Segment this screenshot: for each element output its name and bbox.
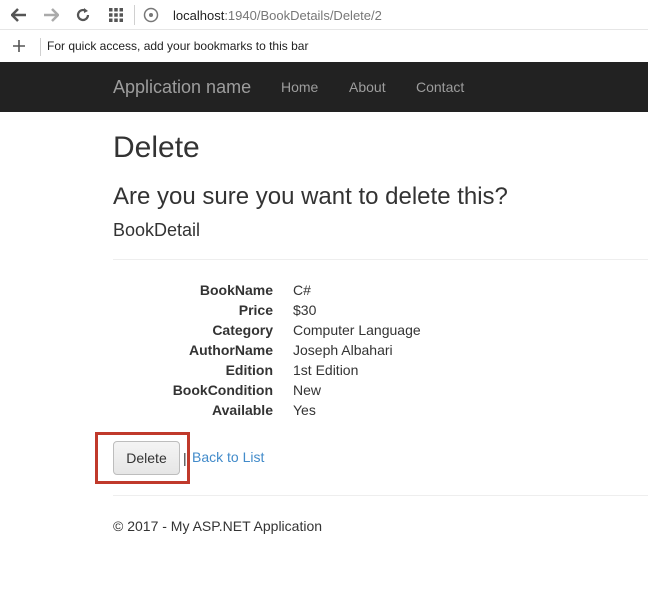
detail-label: Category bbox=[212, 322, 273, 338]
refresh-icon bbox=[76, 8, 90, 22]
plus-icon[interactable] bbox=[9, 36, 29, 56]
refresh-button[interactable] bbox=[72, 4, 94, 26]
detail-value: Computer Language bbox=[293, 322, 421, 338]
toolbar-divider bbox=[134, 5, 135, 25]
detail-value: $30 bbox=[293, 302, 317, 318]
back-to-list-link[interactable]: Back to List bbox=[192, 449, 264, 465]
footer-divider bbox=[113, 495, 648, 496]
site-navbar: Application name Home About Contact bbox=[0, 62, 648, 112]
detail-row: BookName C# bbox=[113, 282, 513, 302]
url-path: :1940/BookDetails/Delete/2 bbox=[224, 7, 382, 23]
footer-text: © 2017 - My ASP.NET Application bbox=[113, 518, 323, 534]
detail-row: Price $30 bbox=[113, 302, 513, 322]
delete-button[interactable]: Delete bbox=[113, 441, 180, 475]
url-host: localhost bbox=[173, 7, 225, 23]
detail-value: C# bbox=[293, 282, 311, 298]
back-arrow-icon bbox=[11, 8, 26, 22]
forward-button[interactable] bbox=[40, 4, 62, 26]
forward-arrow-icon bbox=[44, 8, 59, 22]
detail-label: BookCondition bbox=[172, 382, 273, 398]
confirm-question: Are you sure you want to delete this? bbox=[113, 183, 508, 210]
detail-label: BookName bbox=[199, 282, 273, 298]
detail-value: Joseph Albahari bbox=[293, 342, 393, 358]
detail-row: AuthorName Joseph Albahari bbox=[113, 342, 513, 362]
bookmarks-bar: For quick access, add your bookmarks to … bbox=[0, 31, 648, 62]
detail-label: Edition bbox=[225, 362, 273, 378]
detail-value: Yes bbox=[293, 402, 316, 418]
nav-home-link[interactable]: Home bbox=[281, 79, 318, 95]
address-bar[interactable]: localhost:1940/BookDetails/Delete/2 bbox=[138, 2, 648, 28]
detail-label: Price bbox=[238, 302, 273, 318]
detail-row: BookCondition New bbox=[113, 382, 513, 402]
detail-label: Available bbox=[212, 402, 273, 418]
back-button[interactable] bbox=[8, 4, 30, 26]
link-separator: | bbox=[183, 450, 187, 466]
detail-row: Available Yes bbox=[113, 402, 513, 422]
detail-label: AuthorName bbox=[188, 342, 273, 358]
bookmarks-divider bbox=[40, 38, 41, 56]
bookmarks-message: For quick access, add your bookmarks to … bbox=[47, 39, 309, 53]
grid-icon bbox=[109, 8, 123, 22]
page-title: Delete bbox=[113, 131, 200, 164]
entity-name: BookDetail bbox=[113, 220, 201, 240]
detail-value: New bbox=[293, 382, 322, 398]
browser-toolbar: localhost:1940/BookDetails/Delete/2 bbox=[0, 0, 648, 30]
detail-row: Edition 1st Edition bbox=[113, 362, 513, 382]
apps-grid-button[interactable] bbox=[105, 4, 127, 26]
detail-row: Category Computer Language bbox=[113, 322, 513, 342]
detail-value: 1st Edition bbox=[293, 362, 359, 378]
nav-about-link[interactable]: About bbox=[349, 79, 386, 95]
nav-contact-link[interactable]: Contact bbox=[416, 79, 464, 95]
details-list: BookName C# Price $30 Category Computer … bbox=[113, 282, 513, 422]
brand-link[interactable]: Application name bbox=[113, 77, 251, 98]
divider bbox=[113, 259, 648, 260]
